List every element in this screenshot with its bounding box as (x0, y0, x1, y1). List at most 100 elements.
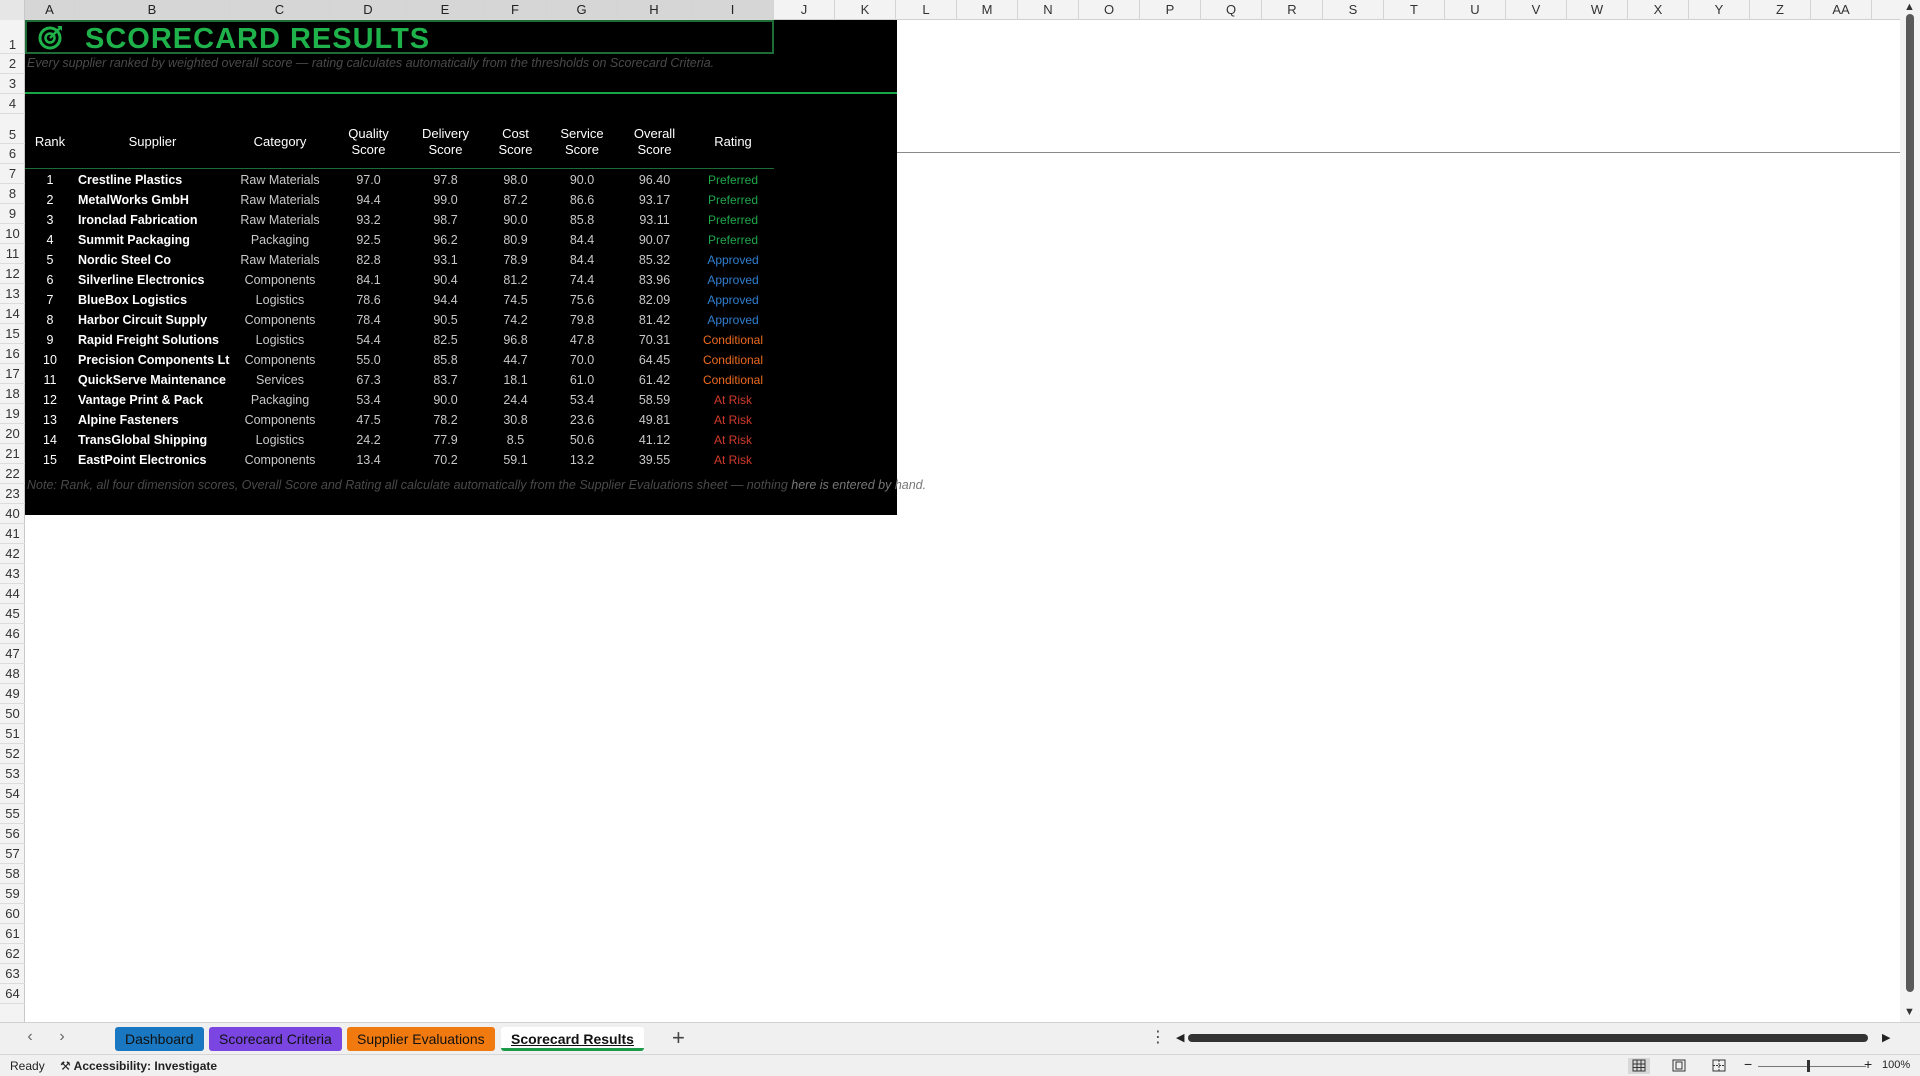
row-header-53[interactable]: 53 (0, 764, 25, 784)
rating-cell[interactable]: Conditional (692, 370, 774, 390)
delivery-score-cell[interactable]: 70.2 (407, 450, 484, 470)
category-cell[interactable]: Components (230, 310, 330, 330)
column-heading[interactable]: Supplier (75, 116, 230, 168)
row-header-13[interactable]: 13 (0, 284, 25, 304)
overall-score-cell[interactable]: 83.96 (617, 270, 692, 290)
cost-score-cell[interactable]: 90.0 (484, 210, 547, 230)
quality-score-cell[interactable]: 97.0 (330, 170, 407, 190)
quality-score-cell[interactable]: 78.6 (330, 290, 407, 310)
rating-cell[interactable]: Conditional (692, 330, 774, 350)
column-header-n[interactable]: N (1018, 0, 1079, 20)
column-header-d[interactable]: D (330, 0, 407, 20)
quality-score-cell[interactable]: 53.4 (330, 390, 407, 410)
column-heading[interactable]: Cost Score (484, 116, 547, 168)
column-header-m[interactable]: M (957, 0, 1018, 20)
row-header-17[interactable]: 17 (0, 364, 25, 384)
rank-cell[interactable]: 5 (25, 250, 75, 270)
service-score-cell[interactable]: 70.0 (547, 350, 617, 370)
row-header-12[interactable]: 12 (0, 264, 25, 284)
scroll-up-icon[interactable]: ▲ (1904, 1, 1915, 13)
rating-cell[interactable]: At Risk (692, 410, 774, 430)
rank-cell[interactable]: 4 (25, 230, 75, 250)
service-score-cell[interactable]: 61.0 (547, 370, 617, 390)
row-header-11[interactable]: 11 (0, 244, 25, 264)
row-header-20[interactable]: 20 (0, 424, 25, 444)
row-header-23[interactable]: 23 (0, 484, 25, 504)
rating-cell[interactable]: Preferred (692, 230, 774, 250)
service-score-cell[interactable]: 85.8 (547, 210, 617, 230)
delivery-score-cell[interactable]: 83.7 (407, 370, 484, 390)
row-header-52[interactable]: 52 (0, 744, 25, 764)
supplier-cell[interactable]: Rapid Freight Solutions (75, 330, 230, 350)
cost-score-cell[interactable]: 30.8 (484, 410, 547, 430)
column-header-g[interactable]: G (547, 0, 617, 20)
supplier-cell[interactable]: Summit Packaging (75, 230, 230, 250)
title-cell[interactable]: SCORECARD RESULTS (25, 20, 774, 55)
delivery-score-cell[interactable]: 90.0 (407, 390, 484, 410)
vertical-scrollbar[interactable]: ▲ ▼ (1900, 0, 1920, 1022)
column-header-i[interactable]: I (692, 0, 774, 20)
rating-cell[interactable]: At Risk (692, 430, 774, 450)
supplier-cell[interactable]: Crestline Plastics (75, 170, 230, 190)
row-header-44[interactable]: 44 (0, 584, 25, 604)
service-score-cell[interactable]: 86.6 (547, 190, 617, 210)
cost-score-cell[interactable]: 74.5 (484, 290, 547, 310)
cost-score-cell[interactable]: 98.0 (484, 170, 547, 190)
more-options-icon[interactable]: ⋮ (1150, 1027, 1166, 1047)
rank-cell[interactable]: 3 (25, 210, 75, 230)
horizontal-scrollbar[interactable]: ◀ ▶ (1176, 1031, 1894, 1045)
supplier-cell[interactable]: Nordic Steel Co (75, 250, 230, 270)
category-cell[interactable]: Logistics (230, 290, 330, 310)
row-header-10[interactable]: 10 (0, 224, 25, 244)
delivery-score-cell[interactable]: 77.9 (407, 430, 484, 450)
column-heading[interactable]: Overall Score (617, 116, 692, 168)
column-header-q[interactable]: Q (1201, 0, 1262, 20)
service-score-cell[interactable]: 74.4 (547, 270, 617, 290)
category-cell[interactable]: Services (230, 370, 330, 390)
row-header-9[interactable]: 9 (0, 204, 25, 224)
scroll-left-icon[interactable]: ◀ (1176, 1031, 1184, 1044)
category-cell[interactable]: Raw Materials (230, 250, 330, 270)
supplier-cell[interactable]: EastPoint Electronics (75, 450, 230, 470)
cost-score-cell[interactable]: 44.7 (484, 350, 547, 370)
row-header-56[interactable]: 56 (0, 824, 25, 844)
row-header-1[interactable]: 1 (0, 20, 25, 54)
service-score-cell[interactable]: 50.6 (547, 430, 617, 450)
column-header-c[interactable]: C (230, 0, 330, 20)
category-cell[interactable]: Logistics (230, 430, 330, 450)
supplier-cell[interactable]: TransGlobal Shipping (75, 430, 230, 450)
row-header-14[interactable]: 14 (0, 304, 25, 324)
quality-score-cell[interactable]: 24.2 (330, 430, 407, 450)
column-header-f[interactable]: F (484, 0, 547, 20)
chevron-right-icon[interactable]: › (52, 1028, 72, 1046)
overall-score-cell[interactable]: 93.17 (617, 190, 692, 210)
cost-score-cell[interactable]: 87.2 (484, 190, 547, 210)
row-header-7[interactable]: 7 (0, 164, 25, 184)
row-header-47[interactable]: 47 (0, 644, 25, 664)
rank-cell[interactable]: 10 (25, 350, 75, 370)
overall-score-cell[interactable]: 58.59 (617, 390, 692, 410)
supplier-cell[interactable]: Ironclad Fabrication (75, 210, 230, 230)
column-header-h[interactable]: H (617, 0, 692, 20)
row-header-59[interactable]: 59 (0, 884, 25, 904)
column-header-k[interactable]: K (835, 0, 896, 20)
cost-score-cell[interactable]: 18.1 (484, 370, 547, 390)
service-score-cell[interactable]: 84.4 (547, 250, 617, 270)
rating-cell[interactable]: Approved (692, 310, 774, 330)
chevron-left-icon[interactable]: ‹ (20, 1028, 40, 1046)
rating-cell[interactable]: Conditional (692, 350, 774, 370)
row-header-45[interactable]: 45 (0, 604, 25, 624)
delivery-score-cell[interactable]: 78.2 (407, 410, 484, 430)
overall-score-cell[interactable]: 41.12 (617, 430, 692, 450)
category-cell[interactable]: Components (230, 350, 330, 370)
column-header-r[interactable]: R (1262, 0, 1323, 20)
delivery-score-cell[interactable]: 93.1 (407, 250, 484, 270)
supplier-cell[interactable]: MetalWorks GmbH (75, 190, 230, 210)
column-header-b[interactable]: B (75, 0, 230, 20)
row-header-60[interactable]: 60 (0, 904, 25, 924)
cost-score-cell[interactable]: 24.4 (484, 390, 547, 410)
overall-score-cell[interactable]: 93.11 (617, 210, 692, 230)
cost-score-cell[interactable]: 8.5 (484, 430, 547, 450)
delivery-score-cell[interactable]: 90.4 (407, 270, 484, 290)
overall-score-cell[interactable]: 64.45 (617, 350, 692, 370)
